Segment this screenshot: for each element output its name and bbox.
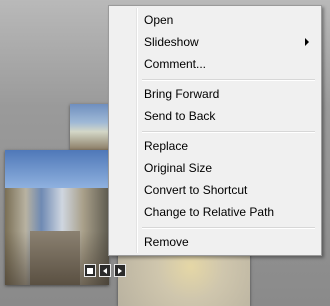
menu-item-label: Replace [144,139,189,153]
context-menu: Open Slideshow Comment... Bring Forward … [108,5,322,256]
stop-icon [87,267,93,274]
menu-separator [142,79,315,81]
next-button[interactable] [114,264,126,277]
menu-item-label: Original Size [144,161,213,175]
menu-item-label: Send to Back [144,109,216,123]
menu-item-slideshow[interactable]: Slideshow [111,31,317,53]
menu-item-change-to-relative-path[interactable]: Change to Relative Path [111,201,317,223]
photo-thumbnail-sand[interactable] [118,250,250,306]
previous-icon [103,267,107,274]
stop-button[interactable] [84,264,96,277]
menu-item-original-size[interactable]: Original Size [111,157,317,179]
menu-item-send-to-back[interactable]: Send to Back [111,105,317,127]
chevron-right-icon [305,38,309,46]
menu-item-label: Change to Relative Path [144,205,275,219]
menu-item-label: Remove [144,235,189,249]
menu-item-remove[interactable]: Remove [111,231,317,253]
menu-item-label: Bring Forward [144,87,220,101]
menu-separator [142,131,315,133]
menu-item-convert-to-shortcut[interactable]: Convert to Shortcut [111,179,317,201]
menu-item-bring-forward[interactable]: Bring Forward [111,83,317,105]
menu-item-label: Convert to Shortcut [144,183,248,197]
menu-item-label: Slideshow [144,35,199,49]
menu-separator [142,227,315,229]
menu-item-label: Comment... [144,57,207,71]
menu-item-comment[interactable]: Comment... [111,53,317,75]
next-icon [118,267,122,274]
previous-button[interactable] [99,264,111,277]
menu-item-label: Open [144,13,174,27]
menu-item-open[interactable]: Open [111,9,317,31]
menu-item-replace[interactable]: Replace [111,135,317,157]
